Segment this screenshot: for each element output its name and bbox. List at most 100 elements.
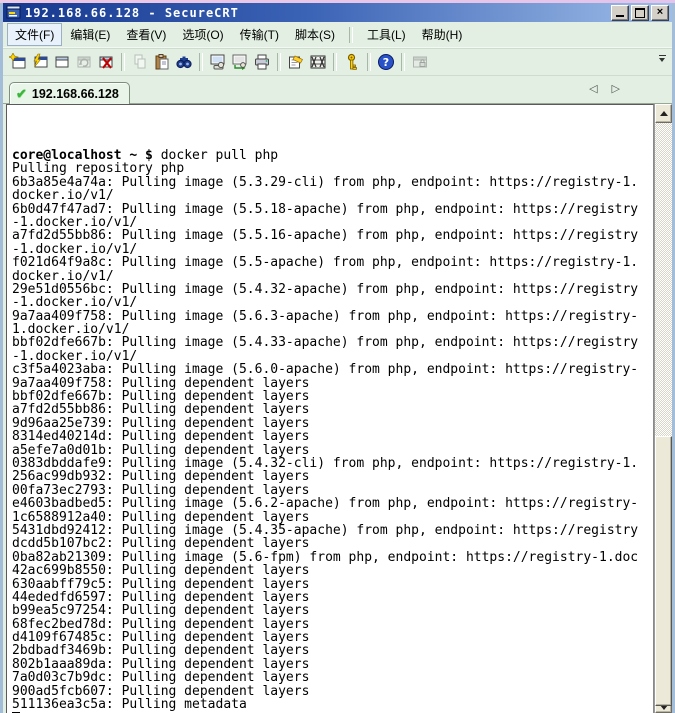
session-options-icon — [287, 53, 305, 71]
terminal-line: 1.docker.io/v1/ — [12, 323, 649, 336]
terminal-line: 6b0d47f47ad7: Pulling image (5.5.18-apac… — [12, 203, 649, 216]
tab-scroll-left-button[interactable]: ◁ — [589, 82, 597, 95]
terminal-line: 44ededfd6597: Pulling dependent layers — [12, 591, 649, 604]
key-agent-icon — [343, 53, 361, 71]
terminal-line: 9a7aa409f758: Pulling image (5.6.3-apach… — [12, 310, 649, 323]
clone-session-button[interactable] — [229, 51, 251, 73]
new-session-button[interactable] — [51, 51, 73, 73]
copy-button[interactable] — [129, 51, 151, 73]
minimize-button[interactable] — [611, 5, 629, 21]
terminal-line: 00fa73ec2793: Pulling dependent layers — [12, 484, 649, 497]
scrollbar-track[interactable] — [655, 123, 672, 702]
key-agent-button[interactable] — [341, 51, 363, 73]
toolbar-overflow-button[interactable] — [657, 55, 667, 62]
terminal-line: 2bdbadf3469b: Pulling dependent layers — [12, 644, 649, 657]
quick-connect-button[interactable] — [7, 51, 29, 73]
terminal-line: docker.io/v1/ — [12, 270, 649, 283]
tab-bar: ✔ 192.168.66.128 ◁ ▷ — [3, 76, 672, 104]
help-button[interactable]: ? — [375, 51, 397, 73]
menu-script[interactable]: 脚本(S) — [287, 23, 343, 46]
securecrt-window: 192.168.66.128 - SecureCRT × 文件(F) 编辑(E)… — [0, 3, 675, 713]
print-button[interactable] — [251, 51, 273, 73]
terminal-line: 6b3a85e4a74a: Pulling image (5.3.29-cli)… — [12, 176, 649, 189]
terminal-line: -1.docker.io/v1/ — [12, 350, 649, 363]
terminal-line: Pulling repository php — [12, 162, 649, 175]
terminal-line: 5431dbd92412: Pulling image (5.4.35-apac… — [12, 524, 649, 537]
lock-session-button[interactable] — [409, 51, 431, 73]
toolbar-separator — [401, 53, 405, 71]
menu-tools[interactable]: 工具(L) — [359, 23, 414, 46]
menu-edit[interactable]: 编辑(E) — [62, 23, 118, 46]
terminal-line: -1.docker.io/v1/ — [12, 216, 649, 229]
reconnect-button[interactable] — [73, 51, 95, 73]
terminal-line: b99ea5c97254: Pulling dependent layers — [12, 604, 649, 617]
reconnect-icon — [75, 53, 93, 71]
tab-label: 192.168.66.128 — [32, 87, 119, 101]
vertical-scrollbar[interactable] — [654, 104, 672, 713]
terminal-line: 630aabff79c5: Pulling dependent layers — [12, 578, 649, 591]
toolbar-separator — [333, 53, 337, 71]
menu-view[interactable]: 查看(V) — [118, 23, 174, 46]
session-tab-button[interactable] — [207, 51, 229, 73]
window-title: 192.168.66.128 - SecureCRT — [25, 6, 611, 20]
prompt-line: core@localhost ~ $ docker pull php — [12, 149, 649, 162]
clone-session-icon — [231, 53, 249, 71]
connect-button[interactable] — [29, 51, 51, 73]
toolbar: ? — [3, 48, 672, 76]
terminal-line: a7fd2d55bb86: Pulling image (5.5.16-apac… — [12, 229, 649, 242]
lock-session-icon — [411, 53, 429, 71]
svg-text:?: ? — [383, 56, 389, 69]
connected-check-icon: ✔ — [16, 86, 27, 102]
menu-separator — [349, 27, 353, 43]
paste-button[interactable] — [151, 51, 173, 73]
terminal-line: 900ad5fcb607: Pulling dependent layers — [12, 685, 649, 698]
menu-options[interactable]: 选项(O) — [174, 23, 231, 46]
help-icon: ? — [377, 53, 395, 71]
toolbar-overflow-icon — [659, 55, 666, 56]
terminal-screen[interactable]: core@localhost ~ $ docker pull php Pulli… — [6, 104, 654, 713]
terminal-line: 9d96aa25e739: Pulling dependent layers — [12, 417, 649, 430]
terminal-line: 511136ea3c5a: Pulling metadata — [12, 698, 649, 711]
title-bar[interactable]: 192.168.66.128 - SecureCRT × — [3, 3, 672, 22]
terminal-line: bbf02dfe667b: Pulling image (5.4.33-apac… — [12, 336, 649, 349]
shell-prompt: core@localhost ~ $ — [12, 149, 161, 162]
maximize-button[interactable] — [631, 5, 649, 21]
scroll-up-button[interactable] — [655, 104, 672, 123]
terminal-area: core@localhost ~ $ docker pull php Pulli… — [3, 104, 672, 713]
session-options-button[interactable] — [285, 51, 307, 73]
keymap-button[interactable] — [307, 51, 329, 73]
print-icon — [253, 53, 271, 71]
terminal-line: 29e51d0556bc: Pulling image (5.4.32-apac… — [12, 283, 649, 296]
terminal-line: e4603badbed5: Pulling image (5.6.2-apach… — [12, 497, 649, 510]
menu-transfer[interactable]: 传输(T) — [232, 23, 287, 46]
scrollbar-thumb[interactable] — [655, 436, 672, 706]
close-button[interactable]: × — [651, 5, 669, 21]
terminal-line: d4109f67485c: Pulling dependent layers — [12, 631, 649, 644]
keymap-icon — [309, 53, 327, 71]
terminal-line: 9a7aa409f758: Pulling dependent layers — [12, 377, 649, 390]
close-icon: × — [657, 7, 663, 18]
toolbar-separator — [121, 53, 125, 71]
terminal-line: 0383dbddafe9: Pulling image (5.4.32-cli)… — [12, 457, 649, 470]
terminal-line: 8314ed40214d: Pulling dependent layers — [12, 430, 649, 443]
toolbar-separator — [199, 53, 203, 71]
tab-scroll-arrows: ◁ ▷ — [589, 82, 620, 95]
terminal-line: 256ac99db932: Pulling dependent layers — [12, 470, 649, 483]
terminal-line: a7fd2d55bb86: Pulling dependent layers — [12, 403, 649, 416]
menu-bar: 文件(F) 编辑(E) 查看(V) 选项(O) 传输(T) 脚本(S) 工具(L… — [3, 22, 672, 48]
terminal-line: f021d64f9a8c: Pulling image (5.5-apache)… — [12, 256, 649, 269]
menu-help[interactable]: 帮助(H) — [414, 23, 471, 46]
toolbar-separator — [367, 53, 371, 71]
app-icon — [6, 5, 22, 20]
find-button[interactable] — [173, 51, 195, 73]
disconnect-button[interactable] — [95, 51, 117, 73]
terminal-output: Pulling repository php6b3a85e4a74a: Pull… — [12, 162, 649, 711]
arrow-up-icon — [660, 111, 668, 116]
terminal-line: 0ba82ab21309: Pulling image (5.6-fpm) fr… — [12, 551, 649, 564]
terminal-line: 42ac699b8550: Pulling dependent layers — [12, 564, 649, 577]
menu-file[interactable]: 文件(F) — [7, 23, 62, 46]
tab-scroll-right-button[interactable]: ▷ — [612, 82, 620, 95]
terminal-line: bbf02dfe667b: Pulling dependent layers — [12, 390, 649, 403]
quick-connect-icon — [9, 53, 27, 71]
session-tab-192-168-66-128[interactable]: ✔ 192.168.66.128 — [9, 82, 130, 104]
